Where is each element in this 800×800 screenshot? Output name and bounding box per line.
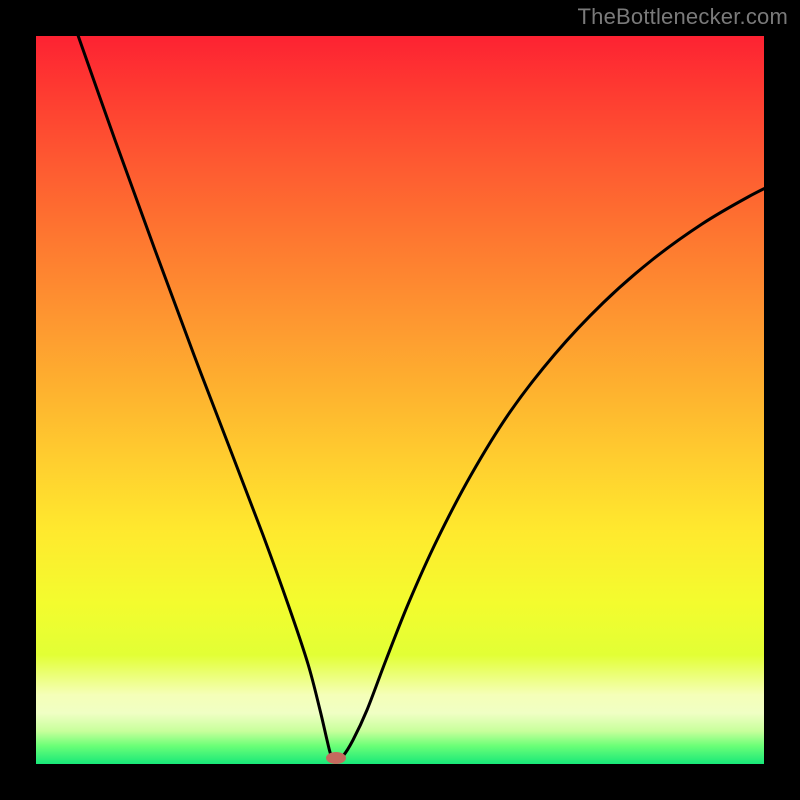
bottleneck-curve-chart [0, 0, 800, 800]
chart-container: TheBottlenecker.com [0, 0, 800, 800]
optimal-point-marker [326, 752, 346, 764]
watermark-text: TheBottlenecker.com [578, 4, 788, 30]
chart-gradient-background [36, 36, 764, 764]
